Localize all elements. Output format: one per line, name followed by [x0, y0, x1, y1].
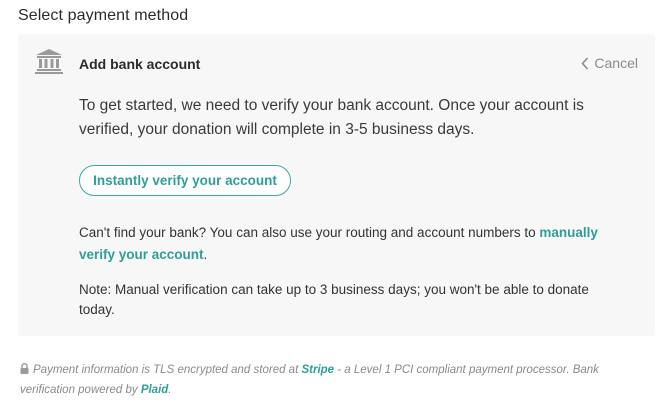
footer-text-1: Payment information is TLS encrypted and…: [33, 364, 302, 376]
manual-verify-suffix: .: [203, 247, 208, 262]
plaid-link[interactable]: Plaid: [141, 384, 168, 396]
security-footer: Payment information is TLS encrypted and…: [20, 361, 620, 400]
manual-verify-prefix: Can't find your bank? You can also use y…: [79, 225, 540, 240]
verification-note: Note: Manual verification can take up to…: [79, 282, 589, 317]
cancel-button[interactable]: Cancel: [581, 55, 638, 71]
cancel-label: Cancel: [594, 55, 638, 71]
intro-text: To get started, we need to verify your b…: [79, 97, 584, 138]
stripe-link[interactable]: Stripe: [301, 364, 334, 376]
lock-icon: [20, 362, 29, 381]
instantly-verify-button[interactable]: Instantly verify your account: [79, 165, 291, 196]
panel-title: Add bank account: [79, 56, 201, 72]
chevron-left-icon: [581, 56, 589, 70]
manual-verify-paragraph: Can't find your bank? You can also use y…: [79, 222, 627, 266]
section-title: Select payment method: [18, 7, 189, 24]
bank-icon: [34, 48, 64, 74]
bank-account-panel: Add bank account Cancel To get started, …: [18, 34, 655, 336]
footer-text-3: .: [168, 384, 172, 396]
